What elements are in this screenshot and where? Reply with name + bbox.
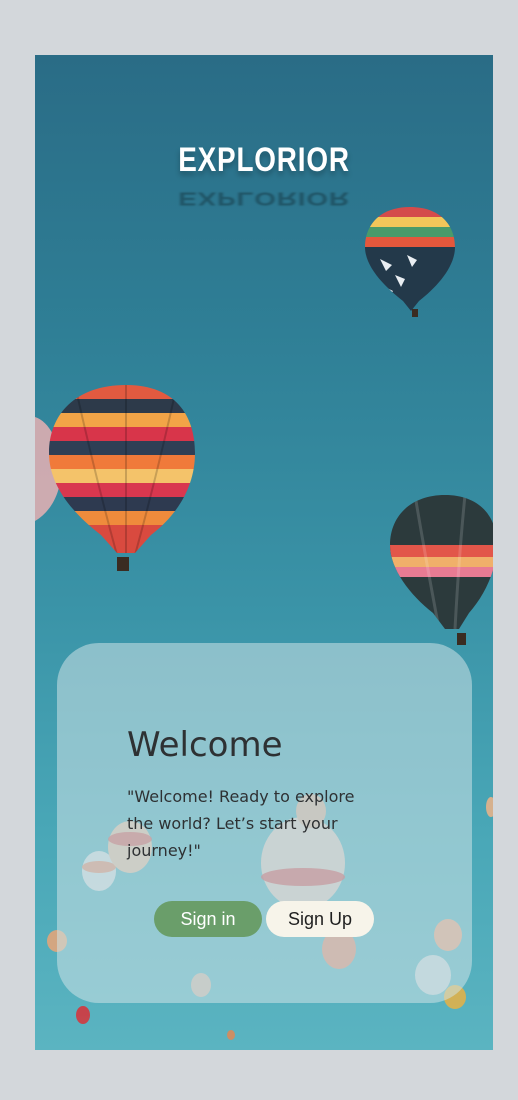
welcome-message: "Welcome! Ready to explore the world? Le… <box>127 787 355 860</box>
sign-up-button[interactable]: Sign Up <box>266 901 374 937</box>
app-logo: EXPLORIOR <box>178 141 350 179</box>
sign-in-button[interactable]: Sign in <box>154 901 262 937</box>
welcome-title: Welcome <box>127 725 283 765</box>
app-logo-reflection: EXPLORIOR <box>178 188 350 210</box>
app-screen: EXPLORIOR EXPLORIOR Welcome "Welcome! Re… <box>35 55 493 1050</box>
welcome-card: Welcome "Welcome! Ready to explore the w… <box>57 643 472 1003</box>
